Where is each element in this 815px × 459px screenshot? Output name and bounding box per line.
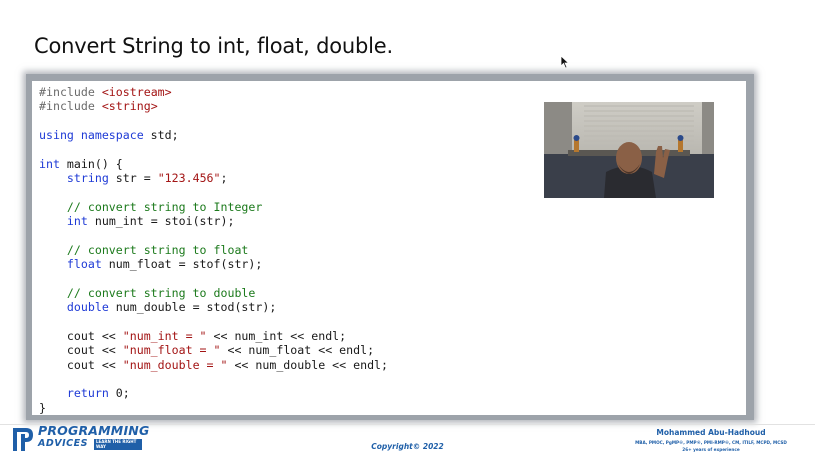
code-token: << num_int << endl; [206, 328, 347, 343]
code-token: #include [39, 99, 95, 114]
code-token: 0; [108, 386, 130, 401]
code-token: cout << [66, 357, 123, 372]
code-token: "123.456" [157, 171, 221, 186]
code-token: "num_double = " [122, 357, 228, 372]
code-token: cout << [66, 343, 123, 358]
code-token: num_double = stod(str); [108, 300, 277, 315]
code-token: "num_float = " [122, 343, 221, 358]
author-block: Mohammed Abu-Hadhoud MBA, PMOC, PgMP®, P… [631, 428, 791, 452]
code-token: "num_int = " [122, 328, 207, 343]
code-token: <iostream> [101, 85, 172, 99]
code-token: int [39, 156, 60, 171]
code-token: str = [108, 171, 158, 186]
code-token: num_int = stoi(str); [87, 214, 235, 229]
code-comment: // convert string to Integer [66, 199, 263, 214]
code-token: num_float = stof(str); [101, 257, 263, 272]
author-credentials: MBA, PMOC, PgMP®, PMP®, PMI-RMP®, CM, IT… [635, 440, 787, 445]
code-token: << num_double << endl; [227, 357, 389, 372]
code-token: int [66, 214, 88, 229]
code-token: std; [143, 128, 179, 143]
code-token: } [39, 400, 46, 415]
slide-title: Convert String to int, float, double. [34, 34, 393, 58]
code-comment: // convert string to float [66, 242, 249, 257]
code-comment: // convert string to double [66, 285, 256, 300]
code-token: <string> [101, 99, 158, 114]
code-token: float [66, 257, 102, 272]
code-token: cout << [66, 328, 123, 343]
code-token: #include [39, 85, 95, 99]
code-token: ; [220, 171, 228, 186]
author-experience: 26+ years of experience [682, 447, 740, 452]
code-token: << num_float << endl; [220, 343, 375, 358]
code-token: return [66, 386, 109, 401]
code-token: using namespace [39, 128, 144, 143]
presenter-webcam-video [544, 102, 714, 198]
code-token: main() { [59, 156, 123, 171]
code-listing: #include <iostream> #include <string> us… [39, 85, 388, 415]
code-token: string [66, 171, 109, 186]
code-token: double [66, 300, 109, 315]
author-name: Mohammed Abu-Hadhoud [656, 428, 766, 437]
logo-wordmark: PROGRAMMING [38, 423, 150, 438]
